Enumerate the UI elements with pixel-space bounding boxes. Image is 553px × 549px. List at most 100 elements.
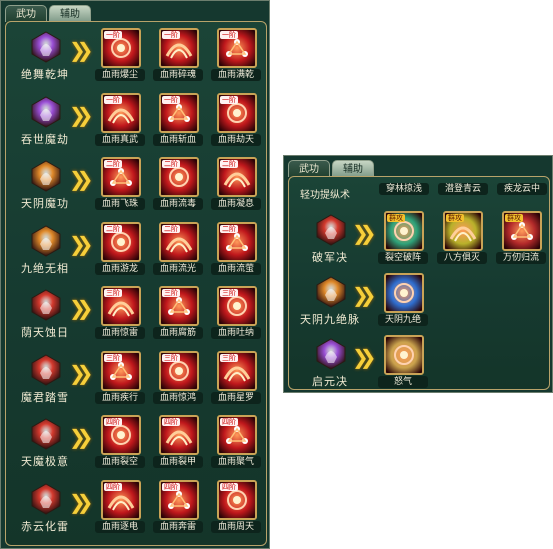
skill-icon[interactable]: 四阶 bbox=[217, 479, 257, 520]
skill-name: 血雨满乾 bbox=[211, 69, 261, 81]
skill-slot[interactable]: 二阶 血雨游龙 bbox=[95, 221, 145, 275]
skill-slot[interactable]: 二阶 血雨凝息 bbox=[211, 157, 261, 210]
skill-name: 血雨奔雷 bbox=[153, 520, 203, 533]
skill-icon[interactable]: 四阶 bbox=[159, 479, 199, 520]
skill-slot[interactable]: 四阶 血雨奔雷 bbox=[153, 479, 203, 533]
skill-icon[interactable]: 一阶 bbox=[217, 92, 257, 133]
tier-badge: 群攻 bbox=[446, 214, 464, 222]
skill-icon[interactable]: 四阶 bbox=[101, 479, 141, 520]
skill-icon[interactable]: 二阶 bbox=[159, 157, 199, 197]
skill-icon[interactable] bbox=[384, 335, 424, 375]
tab-auxiliary[interactable]: 辅助 bbox=[49, 5, 91, 22]
skill-row: 九绝无相 ❯❯ 二阶 血雨游龙 二阶 血雨流光 二阶 血雨流萤 bbox=[21, 221, 261, 282]
tab-martial-arts[interactable]: 武功 bbox=[288, 160, 330, 177]
skill-slot[interactable]: 天阴九绝 bbox=[378, 273, 428, 326]
tier-badge: 三阶 bbox=[220, 353, 238, 362]
sect-icon bbox=[314, 213, 348, 247]
skill-icon[interactable]: 一阶 bbox=[101, 28, 141, 68]
skill-name: 血雨逐电 bbox=[95, 520, 145, 533]
skill-slot[interactable]: 三阶 血雨吐纳 bbox=[211, 286, 261, 339]
skill-slot[interactable]: 一阶 血雨劫天 bbox=[211, 92, 261, 146]
skill-slot[interactable]: 四阶 血雨聚气 bbox=[211, 415, 261, 468]
skill-slot[interactable]: 一阶 血雨爆尘 bbox=[95, 28, 145, 81]
skill-slot[interactable]: 三阶 血雨疾行 bbox=[95, 350, 145, 404]
tier-badge: 二阶 bbox=[220, 224, 238, 233]
skill-icon[interactable]: 四阶 bbox=[101, 415, 141, 455]
skill-slot[interactable]: 群攻 裂空破阵 bbox=[378, 211, 428, 264]
tier-badge: 四阶 bbox=[104, 482, 122, 491]
sect-icon bbox=[314, 275, 348, 309]
skill-icon[interactable]: 三阶 bbox=[159, 286, 199, 326]
skill-row: 天阴魔功 ❯❯ 二阶 血雨飞珠 二阶 血雨流毒 二阶 血雨凝息 bbox=[21, 157, 261, 217]
skill-icon[interactable]: 三阶 bbox=[101, 286, 141, 326]
skill-icon[interactable]: 二阶 bbox=[217, 221, 257, 262]
sect-name: 天阴魔功 bbox=[21, 197, 69, 210]
skill-icon[interactable]: 群攻 bbox=[502, 211, 542, 251]
skill-icon[interactable]: 二阶 bbox=[159, 221, 199, 262]
skill-slot[interactable]: 三阶 血雨星罗 bbox=[211, 350, 261, 404]
skill-slot[interactable]: 二阶血雨流毒 bbox=[153, 157, 203, 210]
skill-icon[interactable]: 一阶 bbox=[159, 92, 199, 133]
skill-name: 血雨凝息 bbox=[211, 198, 261, 210]
skill-icon[interactable]: 四阶 bbox=[159, 415, 199, 455]
skill-slot[interactable]: 二阶 血雨飞珠 bbox=[95, 157, 145, 210]
double-chevron-right-icon: ❯❯ bbox=[352, 221, 376, 245]
skill-icon[interactable]: 四阶 bbox=[217, 415, 257, 455]
skill-icon[interactable]: 一阶 bbox=[217, 28, 257, 68]
skill-slot[interactable]: 三阶 血雨腐筋 bbox=[153, 286, 203, 339]
skill-row: 天阴九绝脉 ❯❯ 天阴九绝 bbox=[300, 273, 544, 333]
skill-slot[interactable]: 四阶血雨逐电 bbox=[95, 479, 145, 533]
double-chevron-right-icon: ❯❯ bbox=[69, 38, 93, 62]
double-chevron-right-icon: ❯❯ bbox=[352, 283, 376, 307]
tier-badge: 四阶 bbox=[104, 418, 122, 426]
tier-badge: 四阶 bbox=[220, 418, 238, 426]
sect-name: 绝舞乾坤 bbox=[21, 68, 69, 81]
skill-icon[interactable]: 三阶 bbox=[101, 350, 141, 391]
skill-icon[interactable]: 二阶 bbox=[101, 157, 141, 197]
sect-name: 天魔极意 bbox=[21, 455, 69, 468]
skill-name: 血雨斩血 bbox=[153, 133, 203, 146]
skill-icon[interactable]: 群攻 bbox=[443, 211, 483, 251]
skill-slot[interactable]: 四阶 血雨裂空 bbox=[95, 415, 145, 468]
skill-slot[interactable]: 一阶 血雨碎魂 bbox=[153, 28, 203, 81]
skill-slot[interactable]: 群攻 八方俱灭 bbox=[437, 211, 487, 264]
skill-icon[interactable]: 一阶 bbox=[101, 92, 141, 133]
skill-icon[interactable]: 三阶 bbox=[159, 350, 199, 391]
skill-slot[interactable]: 一阶 血雨真武 bbox=[95, 92, 145, 146]
skill-icon[interactable]: 群攻 bbox=[384, 211, 424, 251]
skill-row: 天魔极意 ❯❯ 四阶 血雨裂空 四阶 血雨裂甲 四阶 血雨聚气 bbox=[21, 415, 261, 475]
skill-slot[interactable]: 三阶 血雨惊雷 bbox=[95, 286, 145, 339]
skill-name: 血雨劫天 bbox=[211, 133, 261, 146]
skill-slot[interactable]: 怒气 bbox=[378, 335, 428, 388]
skill-slot[interactable]: 三阶 血雨惊鸿 bbox=[153, 350, 203, 404]
skill-slot[interactable]: 二阶 血雨流光 bbox=[153, 221, 203, 275]
tab-martial-arts[interactable]: 武功 bbox=[5, 5, 47, 22]
skill-row: 荫天蚀日 ❯❯ 三阶 血雨惊雷 三阶 血雨腐筋 三阶 血雨吐纳 bbox=[21, 286, 261, 346]
tier-badge: 三阶 bbox=[104, 289, 122, 297]
tier-badge: 四阶 bbox=[220, 482, 238, 491]
skill-icon[interactable]: 三阶 bbox=[217, 350, 257, 391]
skill-slot[interactable]: 四阶 血雨周天 bbox=[211, 479, 261, 533]
skill-slot[interactable]: 一阶 血雨斩血 bbox=[153, 92, 203, 146]
skill-name: 天阴九绝 bbox=[378, 314, 428, 326]
skill-row: 魔君踏雪 ❯❯ 三阶 血雨疾行 三阶 血雨惊鸿 三阶 血雨星罗 bbox=[21, 350, 261, 411]
sect-name: 魔君踏雪 bbox=[21, 390, 69, 404]
tier-badge: 二阶 bbox=[162, 160, 180, 168]
skill-icon[interactable]: 二阶 bbox=[217, 157, 257, 197]
skill-icon[interactable]: 二阶 bbox=[101, 221, 141, 262]
skill-name: 万仞归流 bbox=[496, 252, 546, 264]
skill-icon[interactable]: 三阶 bbox=[217, 286, 257, 326]
skill-slot[interactable]: 群攻 万仞归流 bbox=[496, 211, 546, 264]
skill-slot[interactable]: 一阶 血雨满乾 bbox=[211, 28, 261, 81]
skill-icon[interactable]: 一阶 bbox=[159, 28, 199, 68]
sect-name: 荫天蚀日 bbox=[21, 326, 69, 339]
skill-name: 血雨流毒 bbox=[153, 198, 203, 210]
sect-icon bbox=[29, 288, 63, 322]
tab-auxiliary[interactable]: 辅助 bbox=[332, 160, 374, 177]
sect-icon bbox=[29, 224, 63, 258]
skill-slot[interactable]: 四阶 血雨裂甲 bbox=[153, 415, 203, 468]
skill-name: 疾龙云中 bbox=[497, 183, 547, 195]
skill-icon[interactable] bbox=[384, 273, 424, 313]
tier-badge: 三阶 bbox=[104, 353, 122, 362]
skill-slot[interactable]: 二阶 血雨流萤 bbox=[211, 221, 261, 275]
